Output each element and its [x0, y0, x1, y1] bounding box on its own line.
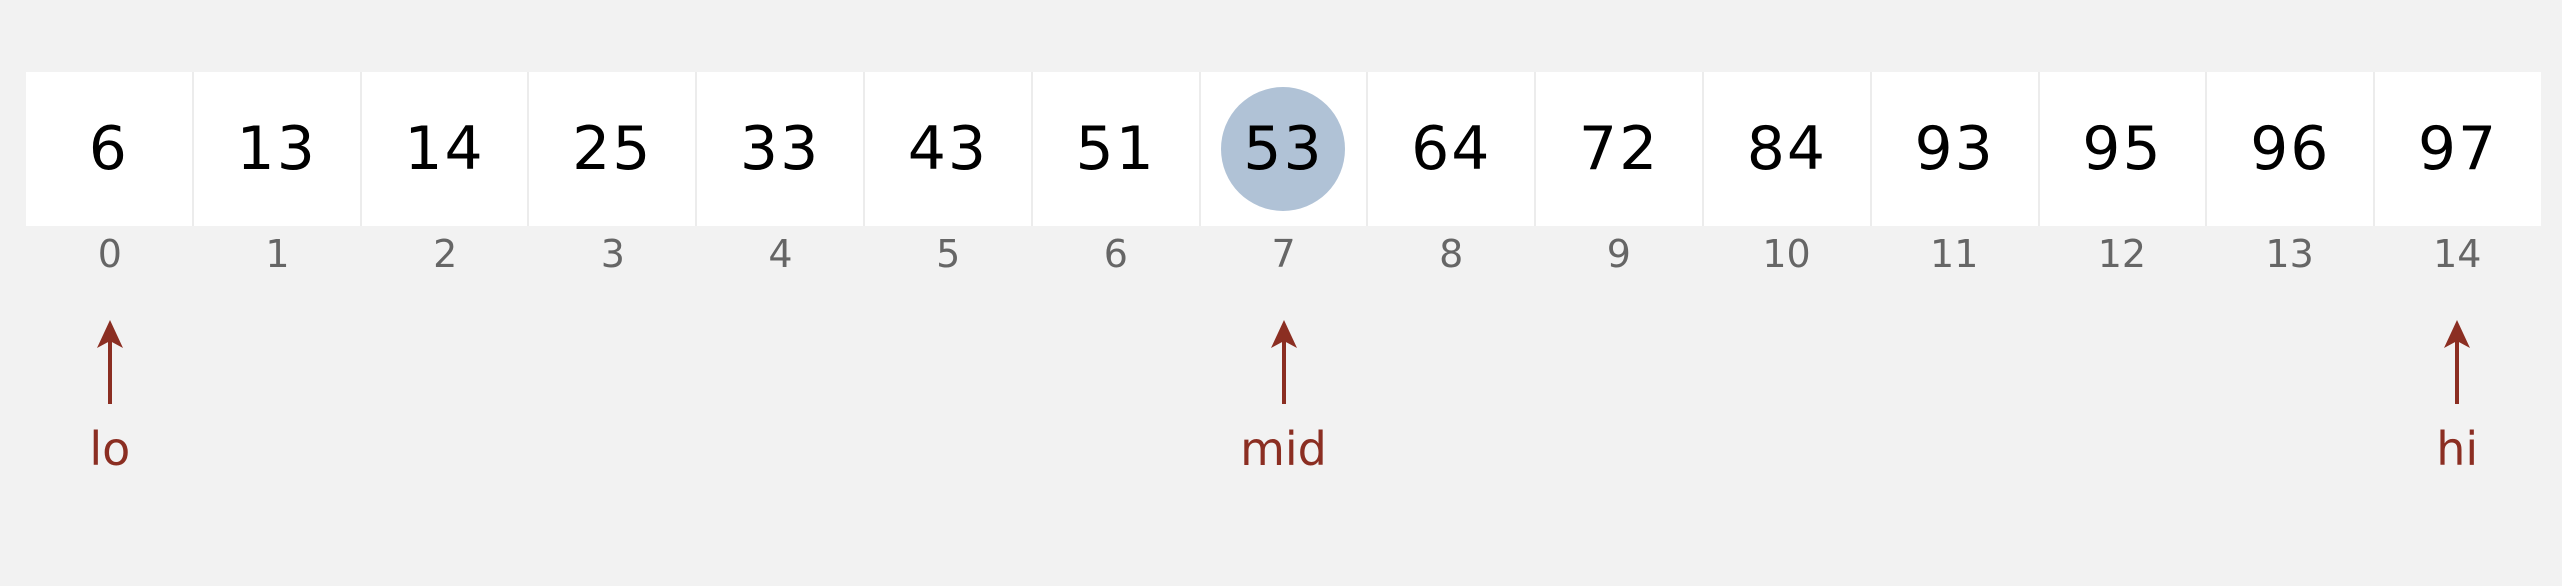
index-label-10: 10 [1762, 232, 1811, 276]
index-label-2: 2 [433, 232, 458, 276]
index-label-6: 6 [1103, 232, 1128, 276]
array-cell-4: 33 [697, 72, 865, 226]
array-cell-13: 96 [2207, 72, 2376, 226]
array-cell-7: 53 [1201, 72, 1369, 226]
index-label-14: 14 [2433, 232, 2482, 276]
index-label-4: 4 [768, 232, 793, 276]
array-cell-6: 51 [1033, 72, 1201, 226]
array-cell-0: 6 [26, 72, 194, 226]
index-label-9: 9 [1606, 232, 1631, 276]
index-label-12: 12 [2097, 232, 2147, 276]
array-cell-12: 95 [2040, 72, 2208, 226]
array-cell-value: 51 [1075, 114, 1156, 184]
array-cell-value: 14 [404, 114, 485, 184]
array-cell-8: 64 [1368, 72, 1537, 226]
array-cell-value: 25 [572, 114, 653, 184]
array-cell-value: 95 [2082, 114, 2163, 184]
array-cell-value: 96 [2250, 114, 2331, 184]
array-cell-value: 13 [236, 114, 317, 184]
sorted-array: 6 13 14 25 33 43 51 53 64 72 84 93 95 96 97 [26, 72, 2541, 226]
array-cell-value: 33 [739, 114, 821, 184]
up-arrow-icon [96, 320, 123, 404]
array-cell-2: 14 [362, 72, 530, 226]
index-label-3: 3 [600, 232, 625, 276]
array-cell-value: 93 [1914, 114, 1995, 184]
pointer-mid: mid [1204, 320, 1364, 472]
array-cell-value: 72 [1578, 114, 1660, 184]
up-arrow-icon [1270, 320, 1297, 404]
pointer-hi: hi [2377, 320, 2537, 472]
array-cell-value: 84 [1746, 114, 1828, 184]
index-label-5: 5 [936, 232, 961, 276]
pointer-label-hi: hi [2436, 422, 2479, 476]
pointer-label-lo: lo [89, 422, 131, 476]
index-label-7: 7 [1271, 232, 1296, 276]
array-cell-value: 53 [1243, 114, 1324, 184]
pointer-lo: lo [30, 320, 190, 472]
index-label-13: 13 [2265, 232, 2314, 276]
index-label-8: 8 [1439, 232, 1464, 276]
pointer-label-mid: mid [1240, 422, 1327, 476]
array-cell-3: 25 [529, 72, 698, 226]
array-cell-1: 13 [194, 72, 362, 226]
array-cell-value: 6 [88, 114, 129, 184]
array-cell-value: 97 [2417, 114, 2499, 184]
array-cell-10: 84 [1704, 72, 1872, 226]
index-label-0: 0 [97, 232, 122, 276]
array-cell-5: 43 [865, 72, 1033, 226]
array-cell-9: 72 [1536, 72, 1704, 226]
array-cell-14: 97 [2375, 72, 2541, 226]
index-label-1: 1 [265, 232, 290, 276]
array-cell-value: 43 [907, 114, 989, 184]
array-cell-value: 64 [1411, 114, 1492, 184]
index-label-11: 11 [1930, 232, 1979, 276]
index-row: 0 1 2 3 4 5 6 7 8 9 10 11 12 13 14 [26, 232, 2541, 288]
up-arrow-icon [2444, 320, 2471, 404]
array-cell-11: 93 [1872, 72, 2040, 226]
